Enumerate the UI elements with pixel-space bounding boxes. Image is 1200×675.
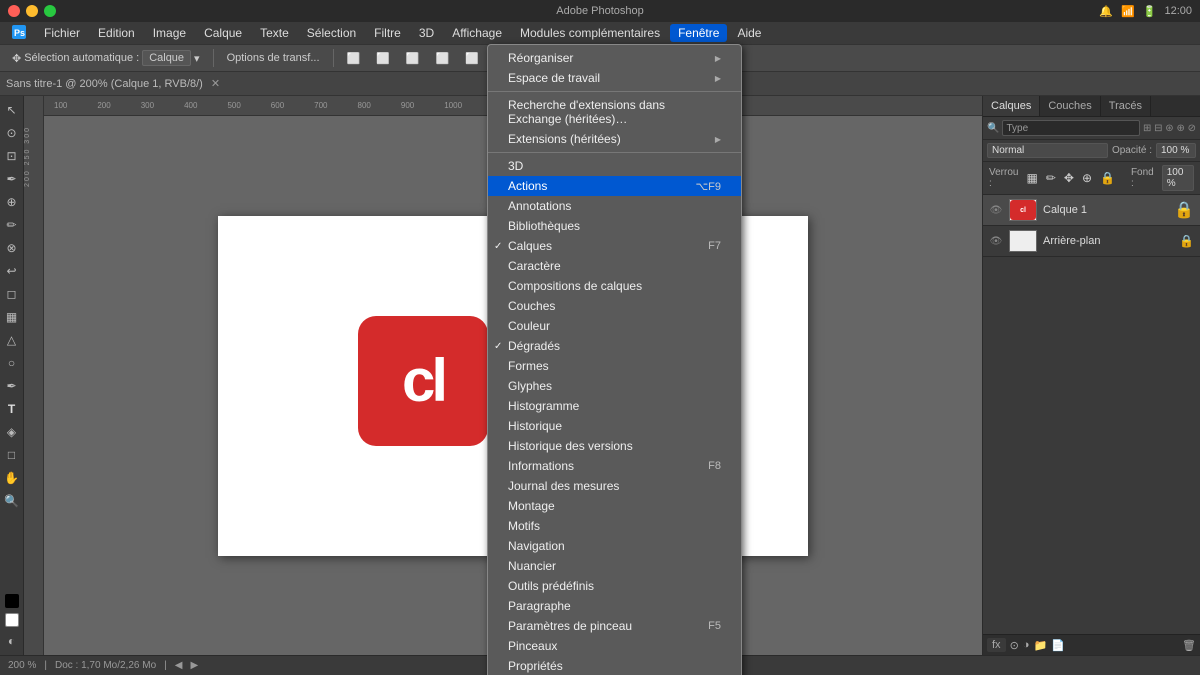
menu-extensions-heritees[interactable]: Extensions (héritées)	[488, 129, 741, 149]
fenetre-dropdown-menu: Réorganiser Espace de travail Recherche …	[487, 44, 742, 675]
paragraphe-label: Paragraphe	[508, 599, 571, 613]
dropdown-overlay[interactable]: Réorganiser Espace de travail Recherche …	[0, 0, 1200, 675]
menu-caractere[interactable]: Caractère	[488, 256, 741, 276]
compositions-label: Compositions de calques	[508, 279, 642, 293]
historique-label: Historique	[508, 419, 562, 433]
menu-paragraphe[interactable]: Paragraphe	[488, 596, 741, 616]
menu-calques-item[interactable]: Calques F7	[488, 236, 741, 256]
menu-couleur[interactable]: Couleur	[488, 316, 741, 336]
menu-motifs[interactable]: Motifs	[488, 516, 741, 536]
actions-shortcut: ⌥F9	[695, 180, 721, 193]
menu-degrades[interactable]: Dégradés	[488, 336, 741, 356]
reorganiser-label: Réorganiser	[508, 51, 573, 65]
menu-outils-predefinis[interactable]: Outils prédéfinis	[488, 576, 741, 596]
montage-label: Montage	[508, 499, 555, 513]
menu-navigation[interactable]: Navigation	[488, 536, 741, 556]
informations-label: Informations	[508, 459, 574, 473]
menu-couches[interactable]: Couches	[488, 296, 741, 316]
menu-annotations[interactable]: Annotations	[488, 196, 741, 216]
menu-bibliotheques[interactable]: Bibliothèques	[488, 216, 741, 236]
nuancier-label: Nuancier	[508, 559, 556, 573]
histogramme-label: Histogramme	[508, 399, 579, 413]
glyphes-label: Glyphes	[508, 379, 552, 393]
caractere-label: Caractère	[508, 259, 561, 273]
couleur-label: Couleur	[508, 319, 550, 333]
param-pinceau-label: Paramètres de pinceau	[508, 619, 632, 633]
outils-pre-label: Outils prédéfinis	[508, 579, 594, 593]
menu-glyphes[interactable]: Glyphes	[488, 376, 741, 396]
motifs-label: Motifs	[508, 519, 540, 533]
menu-parametres-pinceau[interactable]: Paramètres de pinceau F5	[488, 616, 741, 636]
menu-compositions[interactable]: Compositions de calques	[488, 276, 741, 296]
sep-1	[488, 91, 741, 92]
hist-versions-label: Historique des versions	[508, 439, 633, 453]
menu-3d-item[interactable]: 3D	[488, 156, 741, 176]
menu-historique-versions[interactable]: Historique des versions	[488, 436, 741, 456]
bibliotheques-label: Bibliothèques	[508, 219, 580, 233]
menu-actions[interactable]: Actions ⌥F9	[488, 176, 741, 196]
menu-espace-travail[interactable]: Espace de travail	[488, 68, 741, 88]
informations-shortcut: F8	[708, 460, 721, 472]
journal-label: Journal des mesures	[508, 479, 619, 493]
espace-travail-label: Espace de travail	[508, 71, 600, 85]
actions-label: Actions	[508, 179, 547, 193]
3d-item-label: 3D	[508, 159, 523, 173]
formes-label: Formes	[508, 359, 549, 373]
proprietes-label: Propriétés	[508, 659, 563, 673]
menu-montage[interactable]: Montage	[488, 496, 741, 516]
menu-journal-mesures[interactable]: Journal des mesures	[488, 476, 741, 496]
calques-shortcut: F7	[708, 240, 721, 252]
pinceaux-label: Pinceaux	[508, 639, 557, 653]
couches-label: Couches	[508, 299, 555, 313]
sep-2	[488, 152, 741, 153]
annotations-label: Annotations	[508, 199, 571, 213]
degrades-label: Dégradés	[508, 339, 560, 353]
menu-histogramme[interactable]: Histogramme	[488, 396, 741, 416]
ext-heritees-label: Extensions (héritées)	[508, 132, 621, 146]
calques-item-label: Calques	[508, 239, 552, 253]
navigation-label: Navigation	[508, 539, 565, 553]
param-pinceau-shortcut: F5	[708, 620, 721, 632]
menu-reorganiser[interactable]: Réorganiser	[488, 48, 741, 68]
menu-formes[interactable]: Formes	[488, 356, 741, 376]
menu-historique[interactable]: Historique	[488, 416, 741, 436]
menu-nuancier[interactable]: Nuancier	[488, 556, 741, 576]
menu-informations[interactable]: Informations F8	[488, 456, 741, 476]
menu-pinceaux[interactable]: Pinceaux	[488, 636, 741, 656]
recherche-ext-label: Recherche d'extensions dans Exchange (hé…	[508, 98, 721, 126]
menu-recherche-extensions[interactable]: Recherche d'extensions dans Exchange (hé…	[488, 95, 741, 129]
menu-proprietes[interactable]: Propriétés	[488, 656, 741, 675]
